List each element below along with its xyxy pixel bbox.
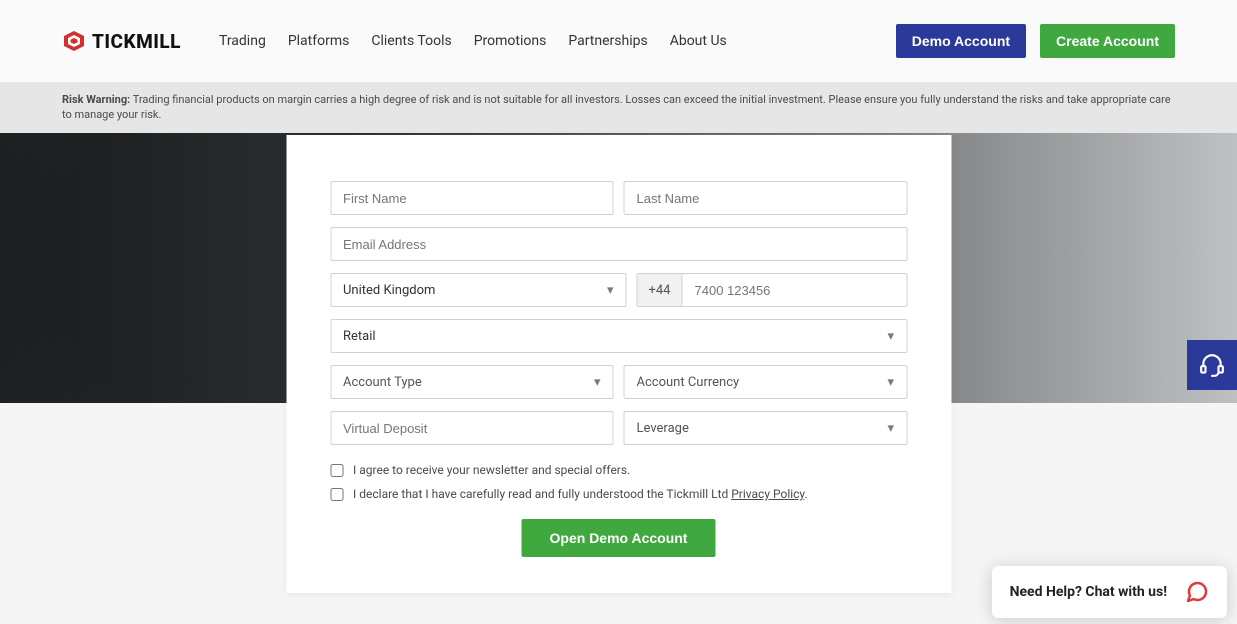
chat-icon (1185, 580, 1209, 604)
header-actions: Demo Account Create Account (896, 24, 1175, 58)
virtual-deposit-input[interactable] (330, 411, 614, 445)
privacy-policy-link[interactable]: Privacy Policy (731, 487, 804, 501)
nav-trading[interactable]: Trading (219, 33, 266, 49)
nav-promotions[interactable]: Promotions (474, 33, 547, 49)
privacy-label: I declare that I have carefully read and… (353, 487, 808, 501)
logo-icon (62, 29, 86, 53)
client-type-select[interactable]: Retail ▾ (330, 319, 907, 353)
email-input[interactable] (330, 227, 907, 261)
nav-clients-tools[interactable]: Clients Tools (371, 33, 451, 49)
main-nav: Trading Platforms Clients Tools Promotio… (219, 33, 868, 49)
chevron-down-icon: ▾ (887, 375, 894, 390)
dial-code[interactable]: +44 (637, 273, 683, 307)
first-name-input[interactable] (330, 181, 614, 215)
phone-input[interactable] (683, 273, 908, 307)
leverage-placeholder: Leverage (637, 421, 689, 436)
account-currency-placeholder: Account Currency (637, 375, 740, 390)
chevron-down-icon: ▾ (594, 375, 601, 390)
chat-widget[interactable]: Need Help? Chat with us! (992, 566, 1227, 618)
country-value: United Kingdom (343, 283, 435, 298)
chevron-down-icon: ▾ (887, 329, 894, 344)
leverage-select[interactable]: Leverage ▾ (624, 411, 908, 445)
newsletter-checkbox-row[interactable]: I agree to receive your newsletter and s… (330, 463, 907, 477)
newsletter-label: I agree to receive your newsletter and s… (353, 463, 630, 477)
risk-label: Risk Warning: (62, 93, 130, 106)
demo-account-form: United Kingdom ▾ +44 Retail ▾ Account Ty… (286, 135, 951, 593)
logo-text: TICKMILL (92, 30, 181, 53)
headset-icon (1199, 352, 1225, 378)
risk-warning: Risk Warning: Trading financial products… (0, 82, 1237, 133)
account-currency-select[interactable]: Account Currency ▾ (624, 365, 908, 399)
nav-about[interactable]: About Us (670, 33, 727, 49)
chevron-down-icon: ▾ (607, 283, 614, 298)
client-type-value: Retail (343, 329, 376, 344)
chat-label: Need Help? Chat with us! (1010, 584, 1167, 600)
nav-platforms[interactable]: Platforms (288, 33, 350, 49)
risk-text: Trading financial products on margin car… (62, 93, 1171, 121)
nav-partnerships[interactable]: Partnerships (568, 33, 647, 49)
newsletter-checkbox[interactable] (330, 464, 343, 477)
logo[interactable]: TICKMILL (62, 29, 181, 53)
top-bar: TICKMILL Trading Platforms Clients Tools… (0, 0, 1237, 82)
country-select[interactable]: United Kingdom ▾ (330, 273, 627, 307)
create-account-button[interactable]: Create Account (1040, 24, 1175, 58)
last-name-input[interactable] (624, 181, 908, 215)
demo-account-button[interactable]: Demo Account (896, 24, 1026, 58)
submit-button[interactable]: Open Demo Account (522, 519, 716, 557)
privacy-checkbox-row[interactable]: I declare that I have carefully read and… (330, 487, 907, 501)
account-type-select[interactable]: Account Type ▾ (330, 365, 614, 399)
support-tab[interactable] (1187, 340, 1237, 390)
privacy-checkbox[interactable] (330, 488, 343, 501)
chevron-down-icon: ▾ (887, 421, 894, 436)
account-type-placeholder: Account Type (343, 375, 422, 390)
